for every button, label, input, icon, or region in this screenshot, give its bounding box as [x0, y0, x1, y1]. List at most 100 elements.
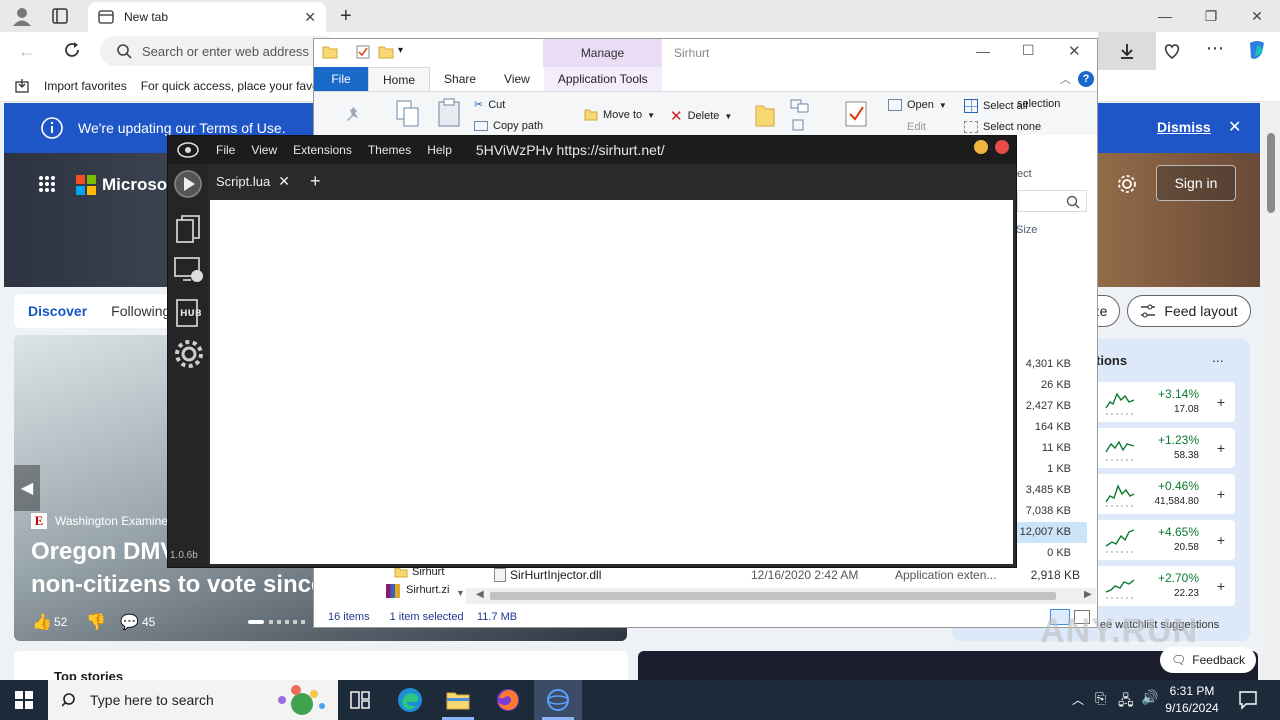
collapse-ribbon-icon[interactable]: ︿	[1060, 71, 1071, 87]
feed-layout-button[interactable]: Feed layout	[1127, 295, 1251, 327]
tab-view[interactable]: View	[490, 67, 544, 91]
menu-themes[interactable]: Themes	[360, 136, 419, 164]
tab-actions-icon[interactable]	[52, 8, 68, 24]
news-card[interactable]	[326, 651, 628, 680]
close-tab-icon[interactable]: ✕	[304, 9, 316, 26]
explorer-maximize-button[interactable]: ☐	[1022, 42, 1035, 59]
add-to-watchlist-icon[interactable]: +	[1217, 532, 1225, 548]
execute-play-icon[interactable]	[173, 169, 203, 199]
watchlist-more-button[interactable]: ...	[1212, 349, 1224, 365]
close-infobar-icon[interactable]: ✕	[1228, 117, 1241, 137]
explorer-search-box[interactable]	[1017, 190, 1087, 212]
scroll-right-icon[interactable]: ▶	[1084, 589, 1092, 600]
horizontal-scrollbar[interactable]: ◀ ▶	[466, 588, 1096, 604]
settings-more-icon[interactable]: ⋯	[1206, 38, 1224, 59]
menu-extensions[interactable]: Extensions	[285, 136, 360, 164]
tab-discover[interactable]: Discover	[28, 303, 87, 319]
copilot-icon[interactable]	[1245, 39, 1269, 63]
select-none-button[interactable]: Select none	[964, 121, 1041, 133]
add-to-watchlist-icon[interactable]: +	[1217, 486, 1225, 502]
add-script-tab-button[interactable]: +	[310, 171, 321, 192]
page-scrollbar[interactable]	[1262, 103, 1280, 680]
move-to-button[interactable]: Move to ▼	[584, 108, 655, 122]
horizontal-scrollbar-thumb[interactable]	[490, 592, 1056, 600]
customize-quick-access-icon[interactable]: ▾	[398, 45, 403, 56]
add-to-watchlist-icon[interactable]: +	[1217, 578, 1225, 594]
taskbar-search-box[interactable]: Type here to search	[48, 680, 338, 720]
script-hub-icon[interactable]: HUB	[173, 298, 205, 328]
browser-essentials-icon[interactable]	[1162, 42, 1182, 60]
properties-icon[interactable]	[844, 100, 868, 128]
sirhurt-close-button[interactable]	[995, 140, 1009, 154]
close-window-button[interactable]: ✕	[1234, 0, 1280, 32]
new-folder-icon[interactable]	[754, 102, 776, 128]
new-tab-button[interactable]: +	[340, 5, 352, 28]
import-favorites-link[interactable]: Import favorites	[44, 79, 127, 93]
task-view-icon[interactable]	[336, 680, 384, 720]
restore-button[interactable]: ❐	[1188, 0, 1234, 32]
nav-archive-sirhurt-zip[interactable]: Sirhurt.zi	[406, 584, 449, 596]
apps-grid-icon[interactable]	[38, 175, 56, 193]
profile-icon[interactable]	[10, 5, 34, 27]
tab-file[interactable]: File	[314, 67, 368, 91]
tab-home[interactable]: Home	[368, 67, 431, 91]
delete-button[interactable]: ✕ Delete ▼	[670, 107, 732, 125]
menu-help[interactable]: Help	[419, 136, 460, 164]
watchlist-row[interactable]: +4.65% 20.58 +	[1095, 520, 1235, 560]
notifications-icon[interactable]	[1238, 690, 1258, 710]
menu-file[interactable]: File	[208, 136, 243, 164]
explorer-close-button[interactable]: ✕	[1068, 42, 1081, 60]
show-hidden-icons[interactable]: ︿	[1072, 691, 1084, 708]
menu-view[interactable]: View	[243, 136, 285, 164]
nav-scroll-down-icon[interactable]: ▼	[456, 588, 465, 598]
firefox-taskbar-icon[interactable]	[484, 680, 532, 720]
new-folder-quick-icon[interactable]	[378, 45, 394, 59]
start-windows-icon[interactable]	[0, 680, 48, 720]
top-stories-card[interactable]: Top stories	[14, 651, 344, 680]
attach-process-icon[interactable]	[173, 256, 205, 286]
watchlist-row[interactable]: +3.14% 17.08 +	[1095, 382, 1235, 422]
back-arrow-icon[interactable]: ←	[18, 41, 36, 62]
properties-quick-icon[interactable]	[356, 45, 370, 59]
like-icon[interactable]: 👍	[32, 612, 52, 632]
open-file-icon[interactable]	[175, 214, 201, 244]
edit-button[interactable]: Edit	[888, 121, 926, 133]
page-settings-icon[interactable]	[1116, 173, 1138, 195]
scroll-left-icon[interactable]: ◀	[476, 589, 484, 600]
dislike-icon[interactable]: 👎	[86, 612, 106, 632]
help-icon[interactable]: ?	[1078, 71, 1094, 87]
paste-icon[interactable]	[438, 98, 460, 128]
file-explorer-taskbar-icon[interactable]	[434, 680, 482, 720]
carousel-prev-button[interactable]: ◀	[14, 465, 40, 511]
sirhurt-minimize-button[interactable]	[974, 140, 988, 154]
new-item-icon[interactable]	[790, 98, 812, 132]
downloads-icon[interactable]	[1098, 32, 1156, 70]
add-to-watchlist-icon[interactable]: +	[1217, 440, 1225, 456]
edge-taskbar-icon[interactable]	[386, 680, 434, 720]
add-to-watchlist-icon[interactable]: +	[1217, 394, 1225, 410]
tray-device-icon[interactable]: ⎘	[1095, 690, 1106, 707]
comment-icon[interactable]: 💬	[120, 613, 139, 631]
copy-path-button[interactable]: Copy path	[474, 120, 543, 132]
manage-contextual-tab[interactable]: Manage	[543, 39, 662, 67]
tab-share[interactable]: Share	[430, 67, 490, 91]
close-script-tab-icon[interactable]: ✕	[278, 173, 290, 190]
tab-new-tab[interactable]: New tab ✕	[88, 2, 326, 32]
watchlist-row[interactable]: +2.70% 22.23 +	[1095, 566, 1235, 606]
settings-gear-icon[interactable]	[173, 338, 205, 370]
tab-application-tools[interactable]: Application Tools	[543, 67, 662, 91]
sirhurt-taskbar-icon[interactable]	[534, 680, 582, 720]
copy-icon[interactable]	[396, 100, 420, 128]
script-editor[interactable]	[210, 200, 1013, 564]
address-bar[interactable]: Search or enter web address	[100, 36, 340, 66]
refresh-icon[interactable]	[62, 40, 82, 60]
carousel-dots[interactable]	[269, 620, 305, 624]
dismiss-link[interactable]: Dismiss	[1157, 119, 1211, 135]
invert-selection-button[interactable]: selection	[1017, 96, 1097, 112]
page-scrollbar-thumb[interactable]	[1267, 133, 1275, 213]
address-input[interactable]: Search or enter web address	[142, 44, 309, 59]
open-button[interactable]: Open ▼	[888, 99, 947, 111]
minimize-button[interactable]: —	[1142, 0, 1188, 32]
taskbar-clock[interactable]: 6:31 PM 9/16/2024	[1152, 683, 1232, 717]
file-row-selected[interactable]: SirHurtInjector.dll 12/16/2020 2:42 AM A…	[466, 566, 1086, 584]
